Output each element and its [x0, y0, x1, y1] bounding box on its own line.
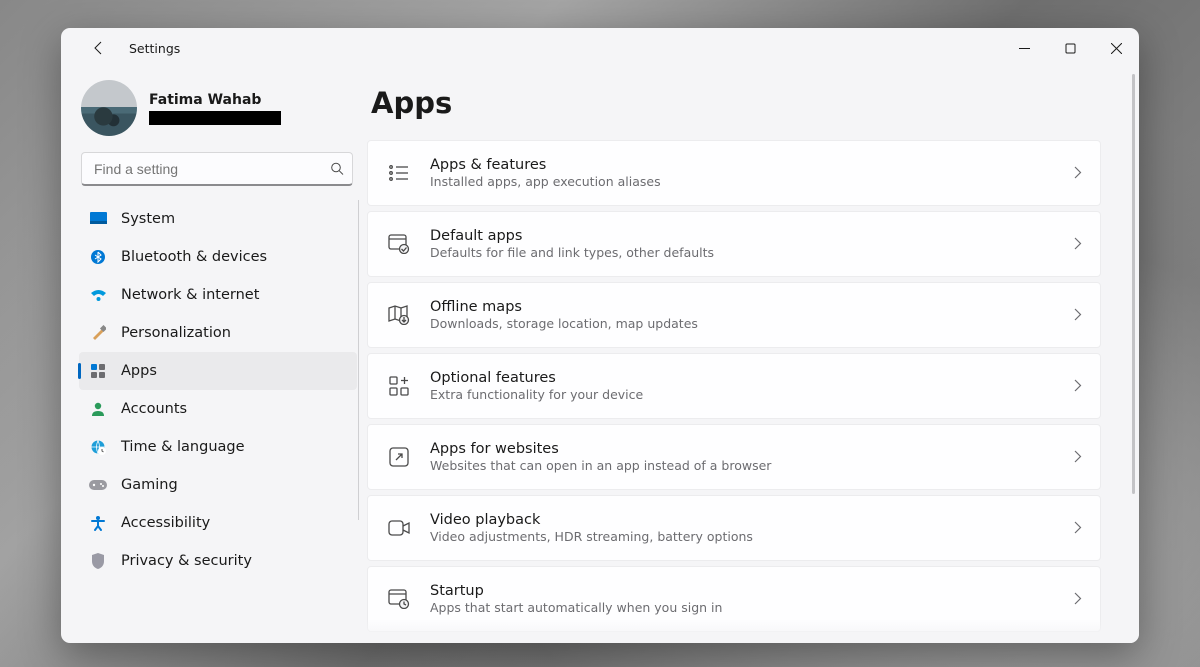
paintbrush-icon — [89, 324, 107, 342]
card-title: Apps & features — [430, 157, 1074, 173]
nav-scrollbar-track — [358, 200, 359, 520]
sidebar-item-label: Gaming — [121, 477, 178, 493]
chevron-right-icon — [1074, 235, 1082, 254]
settings-card-list: Apps & features Installed apps, app exec… — [367, 140, 1111, 632]
sidebar-item-personalization[interactable]: Personalization — [79, 314, 357, 352]
sidebar-item-label: Accounts — [121, 401, 187, 417]
startup-icon — [386, 586, 412, 612]
settings-window: Settings Fatima Wahab — [61, 28, 1139, 643]
card-apps-for-websites[interactable]: Apps for websites Websites that can open… — [367, 424, 1101, 490]
system-icon — [89, 210, 107, 228]
search-icon[interactable] — [330, 162, 345, 177]
sidebar-item-apps[interactable]: Apps — [79, 352, 357, 390]
card-title: Optional features — [430, 370, 1074, 386]
sidebar-item-privacy[interactable]: Privacy & security — [79, 542, 357, 580]
sidebar-item-label: Accessibility — [121, 515, 210, 531]
chevron-right-icon — [1074, 377, 1082, 396]
sidebar-item-bluetooth[interactable]: Bluetooth & devices — [79, 238, 357, 276]
card-desc: Defaults for file and link types, other … — [430, 245, 1074, 260]
chevron-right-icon — [1074, 519, 1082, 538]
card-optional-features[interactable]: Optional features Extra functionality fo… — [367, 353, 1101, 419]
card-desc: Video adjustments, HDR streaming, batter… — [430, 529, 1074, 544]
window-controls — [1001, 28, 1139, 68]
bluetooth-icon — [89, 248, 107, 266]
sidebar-item-label: Personalization — [121, 325, 231, 341]
gamepad-icon — [89, 476, 107, 494]
chevron-right-icon — [1074, 448, 1082, 467]
apps-icon — [89, 362, 107, 380]
card-desc: Extra functionality for your device — [430, 387, 1074, 402]
sidebar-item-label: Apps — [121, 363, 157, 379]
titlebar: Settings — [61, 28, 1139, 68]
accessibility-icon — [89, 514, 107, 532]
wifi-icon — [89, 286, 107, 304]
map-download-icon — [386, 302, 412, 328]
sidebar-item-time-language[interactable]: Time & language — [79, 428, 357, 466]
card-video-playback[interactable]: Video playback Video adjustments, HDR st… — [367, 495, 1101, 561]
selection-indicator — [78, 363, 81, 379]
sidebar-item-gaming[interactable]: Gaming — [79, 466, 357, 504]
globe-clock-icon — [89, 438, 107, 456]
person-icon — [89, 400, 107, 418]
main-content: Apps Apps & features Installed apps, app… — [363, 68, 1139, 643]
card-title: Video playback — [430, 512, 1074, 528]
search-input[interactable] — [81, 152, 353, 186]
card-startup[interactable]: Startup Apps that start automatically wh… — [367, 566, 1101, 632]
card-title: Default apps — [430, 228, 1074, 244]
sidebar-item-label: Privacy & security — [121, 553, 252, 569]
open-link-icon — [386, 444, 412, 470]
user-email-redacted — [149, 111, 281, 125]
vertical-scrollbar[interactable] — [1132, 74, 1135, 494]
user-name: Fatima Wahab — [149, 92, 281, 108]
sidebar-item-label: Network & internet — [121, 287, 259, 303]
chevron-right-icon — [1074, 306, 1082, 325]
card-desc: Websites that can open in an app instead… — [430, 458, 1074, 473]
card-title: Apps for websites — [430, 441, 1074, 457]
sidebar-item-label: Time & language — [121, 439, 245, 455]
page-title: Apps — [367, 86, 1111, 120]
sidebar: Fatima Wahab System — [61, 68, 363, 643]
sidebar-item-accessibility[interactable]: Accessibility — [79, 504, 357, 542]
sidebar-item-system[interactable]: System — [79, 200, 357, 238]
chevron-right-icon — [1074, 590, 1082, 609]
card-offline-maps[interactable]: Offline maps Downloads, storage location… — [367, 282, 1101, 348]
maximize-button[interactable] — [1047, 28, 1093, 68]
grid-plus-icon — [386, 373, 412, 399]
card-default-apps[interactable]: Default apps Defaults for file and link … — [367, 211, 1101, 277]
close-button[interactable] — [1093, 28, 1139, 68]
nav-list: System Bluetooth & devices Network & int… — [79, 200, 357, 580]
card-apps-features[interactable]: Apps & features Installed apps, app exec… — [367, 140, 1101, 206]
window-check-icon — [386, 231, 412, 257]
card-title: Startup — [430, 583, 1074, 599]
sidebar-item-label: Bluetooth & devices — [121, 249, 267, 265]
avatar — [81, 80, 137, 136]
card-desc: Downloads, storage location, map updates — [430, 316, 1074, 331]
sidebar-item-label: System — [121, 211, 175, 227]
sidebar-item-accounts[interactable]: Accounts — [79, 390, 357, 428]
card-desc: Installed apps, app execution aliases — [430, 174, 1074, 189]
card-title: Offline maps — [430, 299, 1074, 315]
chevron-right-icon — [1074, 164, 1082, 183]
minimize-button[interactable] — [1001, 28, 1047, 68]
search-wrapper — [81, 152, 353, 186]
sidebar-item-network[interactable]: Network & internet — [79, 276, 357, 314]
list-icon — [386, 160, 412, 186]
card-desc: Apps that start automatically when you s… — [430, 600, 1074, 615]
video-icon — [386, 515, 412, 541]
account-block[interactable]: Fatima Wahab — [79, 74, 357, 152]
window-title: Settings — [129, 41, 180, 56]
shield-icon — [89, 552, 107, 570]
back-button[interactable] — [83, 32, 115, 64]
